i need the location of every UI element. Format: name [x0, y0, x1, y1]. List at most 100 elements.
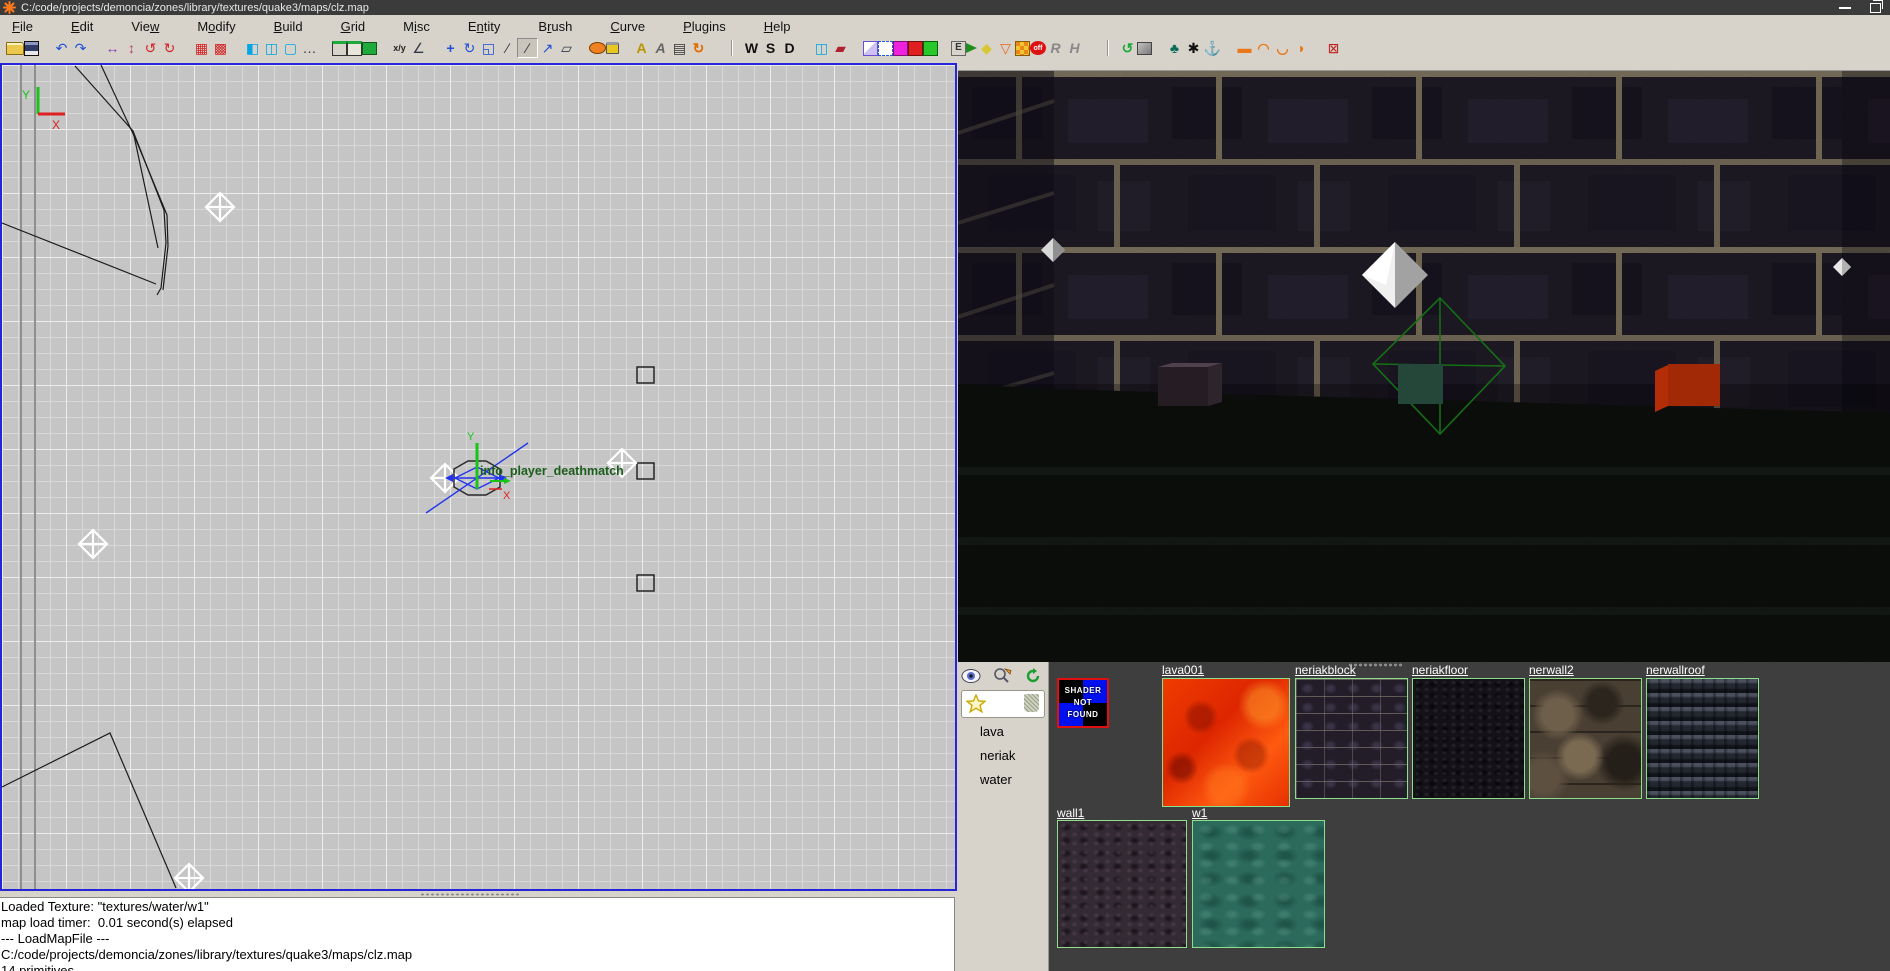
entity-info-player-deathmatch[interactable]: Y X info_player_deathmatch — [426, 431, 624, 513]
console-panel[interactable]: Loaded Texture: "textures/water/w1" map … — [0, 897, 955, 971]
texture-tile-nerwall2[interactable] — [1529, 678, 1642, 799]
resize-tool-icon[interactable]: ↗ — [538, 39, 557, 57]
texture-tile-nerwallroof[interactable] — [1646, 678, 1759, 799]
stamp-icon[interactable] — [1024, 694, 1039, 712]
texture-tile-wall1[interactable] — [1057, 820, 1187, 948]
off-toggle-icon[interactable]: off — [1030, 41, 1046, 55]
edit-search-icon[interactable] — [991, 665, 1013, 686]
entity-list-icon[interactable]: ▤ — [670, 39, 689, 57]
save-icon[interactable] — [24, 41, 39, 56]
folder-water[interactable]: water — [958, 768, 1047, 792]
texture-tile-neriakblock[interactable] — [1295, 678, 1408, 799]
view-split-icon[interactable]: ◫ — [262, 39, 281, 57]
favorites-star-icon[interactable] — [966, 694, 986, 718]
lock-tool-icon[interactable] — [606, 42, 619, 54]
cube-wall1[interactable] — [1158, 363, 1222, 406]
patch-cylinder-icon[interactable]: ◗ — [1292, 39, 1311, 57]
reload-shaders-icon[interactable]: ↻ — [689, 39, 708, 57]
brush-wireframe[interactable] — [2, 65, 176, 888]
menu-edit[interactable]: Edit — [59, 17, 105, 36]
scale-tool-icon[interactable]: ◱ — [479, 39, 498, 57]
color-red-icon[interactable] — [908, 41, 923, 56]
menu-modify[interactable]: Modify — [185, 17, 247, 36]
restore-button[interactable] — [1860, 0, 1890, 15]
panel-drag-dots[interactable] — [1348, 663, 1404, 667]
texture-flush-icon[interactable]: ▩ — [211, 39, 230, 57]
patch-ellipse-icon[interactable] — [589, 42, 606, 54]
clip-tool-icon[interactable]: ∕ — [498, 39, 517, 57]
color-green-icon[interactable] — [923, 41, 938, 56]
caption-a-italic-icon[interactable]: A — [651, 39, 670, 57]
floor[interactable] — [958, 384, 1890, 663]
flip-vertical-icon[interactable]: ↕ — [122, 39, 141, 57]
menu-curve[interactable]: Curve — [598, 17, 657, 36]
view-more-icon[interactable]: … — [300, 39, 319, 57]
key-r-icon[interactable]: R — [1046, 39, 1065, 57]
menu-misc[interactable]: Misc — [391, 17, 442, 36]
light-entity-icon[interactable]: ◆ — [977, 39, 996, 57]
refresh-icon[interactable] — [1022, 665, 1044, 686]
brush-solid-icon[interactable] — [362, 42, 377, 55]
redo-icon[interactable]: ↷ — [71, 39, 90, 57]
show-shaders-icon[interactable] — [960, 665, 982, 686]
translate-tool-icon[interactable]: + — [441, 39, 460, 57]
rotate-ccw-icon[interactable]: ↺ — [141, 39, 160, 57]
xy-view-icon[interactable]: x/y — [390, 39, 409, 57]
brush-wireframe-icon[interactable] — [332, 41, 347, 56]
texture-tile-neriakfloor[interactable] — [1412, 678, 1525, 799]
open-icon[interactable] — [6, 42, 24, 55]
key-s-icon[interactable]: S — [761, 39, 780, 57]
refresh-models-icon[interactable]: ↺ — [1118, 39, 1137, 57]
view-change-icon[interactable]: ◧ — [243, 39, 262, 57]
menu-file[interactable]: File — [0, 17, 45, 36]
entity-e-icon[interactable]: E — [951, 41, 966, 56]
brush-handle[interactable] — [637, 367, 654, 591]
surface-dialog-icon[interactable]: ◫ — [812, 39, 831, 57]
checker-entity-icon[interactable] — [1015, 41, 1030, 56]
model-box-icon[interactable] — [1137, 42, 1152, 55]
patch-bevel-icon[interactable]: ◠ — [1254, 39, 1273, 57]
edge-tool-icon[interactable]: ▱ — [557, 39, 576, 57]
viewport-2d-grid[interactable]: Y X — [0, 63, 957, 891]
patch-endcap-icon[interactable]: ◡ — [1273, 39, 1292, 57]
texture-tile-lava001[interactable] — [1162, 678, 1290, 807]
texture-tile-w1[interactable] — [1192, 820, 1325, 948]
key-h-icon[interactable]: H — [1065, 39, 1084, 57]
delete-selected-icon[interactable]: ⊠ — [1324, 39, 1343, 57]
minimize-button[interactable] — [1830, 0, 1860, 15]
menu-brush[interactable]: Brush — [526, 17, 584, 36]
menu-help[interactable]: Help — [752, 17, 803, 36]
rotate-tool-icon[interactable]: ↻ — [460, 39, 479, 57]
bug-tool-icon[interactable]: ✱ — [1184, 39, 1203, 57]
viewport-3d-camera[interactable] — [958, 70, 1890, 663]
clip-select-icon[interactable]: ∕ — [517, 38, 538, 58]
shader-not-found-tile[interactable]: SHADER NOT FOUND — [1057, 678, 1109, 728]
key-d-icon[interactable]: D — [780, 39, 799, 57]
folder-lava[interactable]: lava — [958, 720, 1047, 744]
menu-view[interactable]: View — [119, 17, 171, 36]
caption-a-icon[interactable]: A — [632, 39, 651, 57]
anchor-tool-icon[interactable]: ⚓ — [1203, 39, 1222, 57]
menu-entity[interactable]: Entity — [456, 17, 513, 36]
color-dashed-icon[interactable] — [878, 41, 893, 56]
view-frame-icon[interactable]: ▢ — [281, 39, 300, 57]
brush-paint-icon[interactable]: ▰ — [831, 39, 850, 57]
menu-build[interactable]: Build — [262, 17, 315, 36]
brush-topfill-icon[interactable] — [347, 41, 362, 56]
cube-w1[interactable] — [1398, 364, 1443, 404]
angle-tool-icon[interactable]: ∠ — [409, 39, 428, 57]
vertex-marker[interactable] — [79, 193, 636, 889]
nature-tool-icon[interactable]: ♣ — [1165, 39, 1184, 57]
color-lavender-icon[interactable] — [863, 41, 878, 56]
color-magenta-icon[interactable] — [893, 41, 908, 56]
folder-neriak[interactable]: neriak — [958, 744, 1047, 768]
texture-lock-icon[interactable]: ▦ — [192, 39, 211, 57]
rotate-cw-icon[interactable]: ↻ — [160, 39, 179, 57]
undo-icon[interactable]: ↶ — [52, 39, 71, 57]
menu-grid[interactable]: Grid — [329, 17, 378, 36]
entity-arrow-icon[interactable] — [966, 43, 977, 53]
volume-entity-icon[interactable]: ▽ — [996, 39, 1015, 57]
key-w-icon[interactable]: W — [742, 39, 761, 57]
flip-horizontal-icon[interactable]: ↔ — [103, 39, 122, 57]
patch-flat-icon[interactable]: ▬ — [1235, 39, 1254, 57]
